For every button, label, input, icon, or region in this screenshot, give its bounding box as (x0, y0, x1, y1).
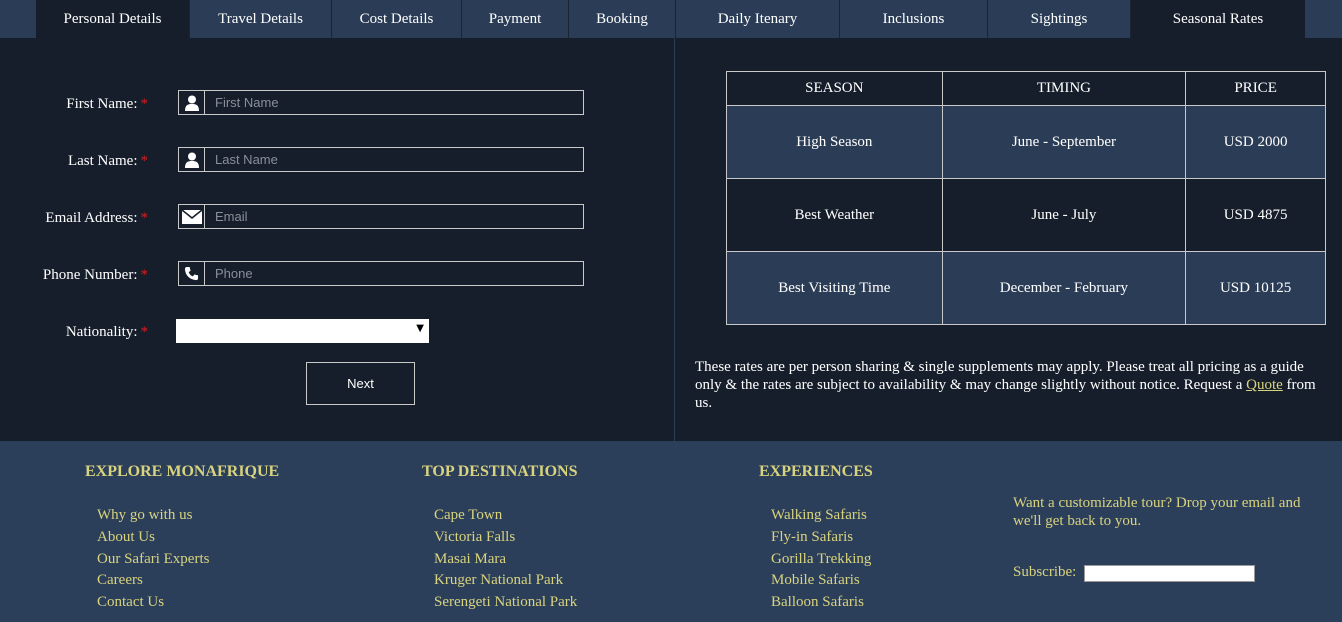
required-marker: * (140, 267, 149, 283)
destinations-title: TOP DESTINATIONS (422, 463, 578, 480)
tab-payment[interactable]: Payment (461, 0, 568, 38)
tab-label: Booking (596, 10, 648, 27)
tab-booking[interactable]: Booking (568, 0, 675, 38)
price-cell: USD 4875 (1185, 178, 1326, 252)
phone-field (178, 261, 584, 286)
footer-link-contact-us[interactable]: Contact Us (97, 592, 209, 614)
table-header-row: SEASON TIMING PRICE (726, 71, 1326, 106)
envelope-icon (179, 205, 205, 228)
footer-link-victoria-falls[interactable]: Victoria Falls (434, 527, 577, 549)
tab-label: Inclusions (882, 10, 945, 27)
nationality-select[interactable]: ▼ (176, 319, 429, 343)
season-cell: Best Weather (726, 178, 943, 252)
footer-link-careers[interactable]: Careers (97, 570, 209, 592)
phone-icon (179, 262, 205, 285)
tab-travel-details[interactable]: Travel Details (189, 0, 331, 38)
tab-sightings[interactable]: Sightings (987, 0, 1130, 38)
required-marker: * (140, 96, 149, 112)
footer-link-about-us[interactable]: About Us (97, 527, 209, 549)
table-row: Best Visiting Time December - February U… (726, 251, 1326, 325)
seasonal-rates-table: SEASON TIMING PRICE High Season June - S… (726, 71, 1326, 325)
user-icon (179, 148, 205, 171)
note-text: These rates are per person sharing & sin… (695, 359, 1304, 393)
price-cell: USD 2000 (1185, 105, 1326, 179)
season-cell: Best Visiting Time (726, 251, 943, 325)
tab-label: Payment (488, 10, 542, 27)
footer: EXPLORE MONAFRIQUE Why go with us About … (0, 441, 1342, 622)
experience-links: Walking Safaris Fly-in Safaris Gorilla T… (771, 505, 871, 614)
email-field (178, 204, 584, 229)
subscribe-cta: Want a customizable tour? Drop your emai… (1013, 495, 1301, 529)
footer-link-balloon-safaris[interactable]: Balloon Safaris (771, 592, 871, 614)
quote-link[interactable]: Quote (1246, 377, 1283, 393)
tab-bar-spacer (0, 0, 36, 38)
footer-link-mobile-safaris[interactable]: Mobile Safaris (771, 570, 871, 592)
tab-cost-details[interactable]: Cost Details (331, 0, 461, 38)
explore-title: EXPLORE MONAFRIQUE (85, 463, 280, 480)
footer-link-safari-experts[interactable]: Our Safari Experts (97, 549, 209, 571)
footer-link-serengeti[interactable]: Serengeti National Park (434, 592, 577, 614)
price-cell: USD 10125 (1185, 251, 1326, 325)
footer-link-masai-mara[interactable]: Masai Mara (434, 549, 577, 571)
first-name-input[interactable] (205, 91, 583, 114)
subscribe-email-input[interactable] (1084, 565, 1255, 582)
experiences-title: EXPERIENCES (759, 463, 873, 480)
tab-label: Seasonal Rates (1172, 10, 1264, 27)
last-name-label: Last Name: * (67, 153, 149, 169)
subscribe-label: Subscribe: (1013, 564, 1077, 580)
tab-daily-itenary[interactable]: Daily Itenary (675, 0, 839, 38)
timing-cell: December - February (941, 251, 1187, 325)
tab-label: Travel Details (218, 10, 303, 27)
email-input[interactable] (205, 205, 583, 228)
required-marker: * (140, 153, 149, 169)
column-header: PRICE (1185, 71, 1326, 106)
first-name-label: First Name: * (66, 96, 149, 112)
footer-link-cape-town[interactable]: Cape Town (434, 505, 577, 527)
tab-seasonal-rates[interactable]: Seasonal Rates (1130, 0, 1305, 38)
required-marker: * (140, 210, 149, 226)
email-label: Email Address: * (45, 210, 149, 226)
tab-label: Cost Details (359, 10, 434, 27)
destination-links: Cape Town Victoria Falls Masai Mara Krug… (434, 505, 577, 614)
tab-bar: Personal Details Travel Details Cost Det… (0, 0, 1342, 38)
footer-link-why-go[interactable]: Why go with us (97, 505, 209, 527)
timing-cell: June - July (941, 178, 1187, 252)
phone-input[interactable] (205, 262, 583, 285)
tab-label: Sightings (1030, 10, 1088, 27)
next-button[interactable]: Next (306, 362, 415, 405)
last-name-input[interactable] (205, 148, 583, 171)
column-header: TIMING (941, 71, 1187, 106)
required-marker: * (140, 324, 149, 340)
footer-link-fly-in-safaris[interactable]: Fly-in Safaris (771, 527, 871, 549)
caret-down-icon: ▼ (416, 323, 424, 334)
rates-note: These rates are per person sharing & sin… (695, 358, 1325, 412)
tab-personal-details[interactable]: Personal Details (36, 0, 189, 38)
column-header: SEASON (726, 71, 943, 106)
footer-link-kruger[interactable]: Kruger National Park (434, 570, 577, 592)
first-name-field (178, 90, 584, 115)
season-cell: High Season (726, 105, 943, 179)
table-row: High Season June - September USD 2000 (726, 105, 1326, 179)
last-name-field (178, 147, 584, 172)
user-icon (179, 91, 205, 114)
panel-divider (674, 38, 675, 441)
table-row: Best Weather June - July USD 4875 (726, 178, 1326, 252)
tab-inclusions[interactable]: Inclusions (839, 0, 987, 38)
explore-links: Why go with us About Us Our Safari Exper… (97, 505, 209, 614)
footer-link-gorilla-trekking[interactable]: Gorilla Trekking (771, 549, 871, 571)
tab-label: Personal Details (63, 10, 162, 27)
timing-cell: June - September (941, 105, 1187, 179)
phone-label: Phone Number: * (42, 267, 149, 283)
footer-link-walking-safaris[interactable]: Walking Safaris (771, 505, 871, 527)
tab-label: Daily Itenary (717, 10, 798, 27)
nationality-label: Nationality: * (65, 324, 149, 340)
